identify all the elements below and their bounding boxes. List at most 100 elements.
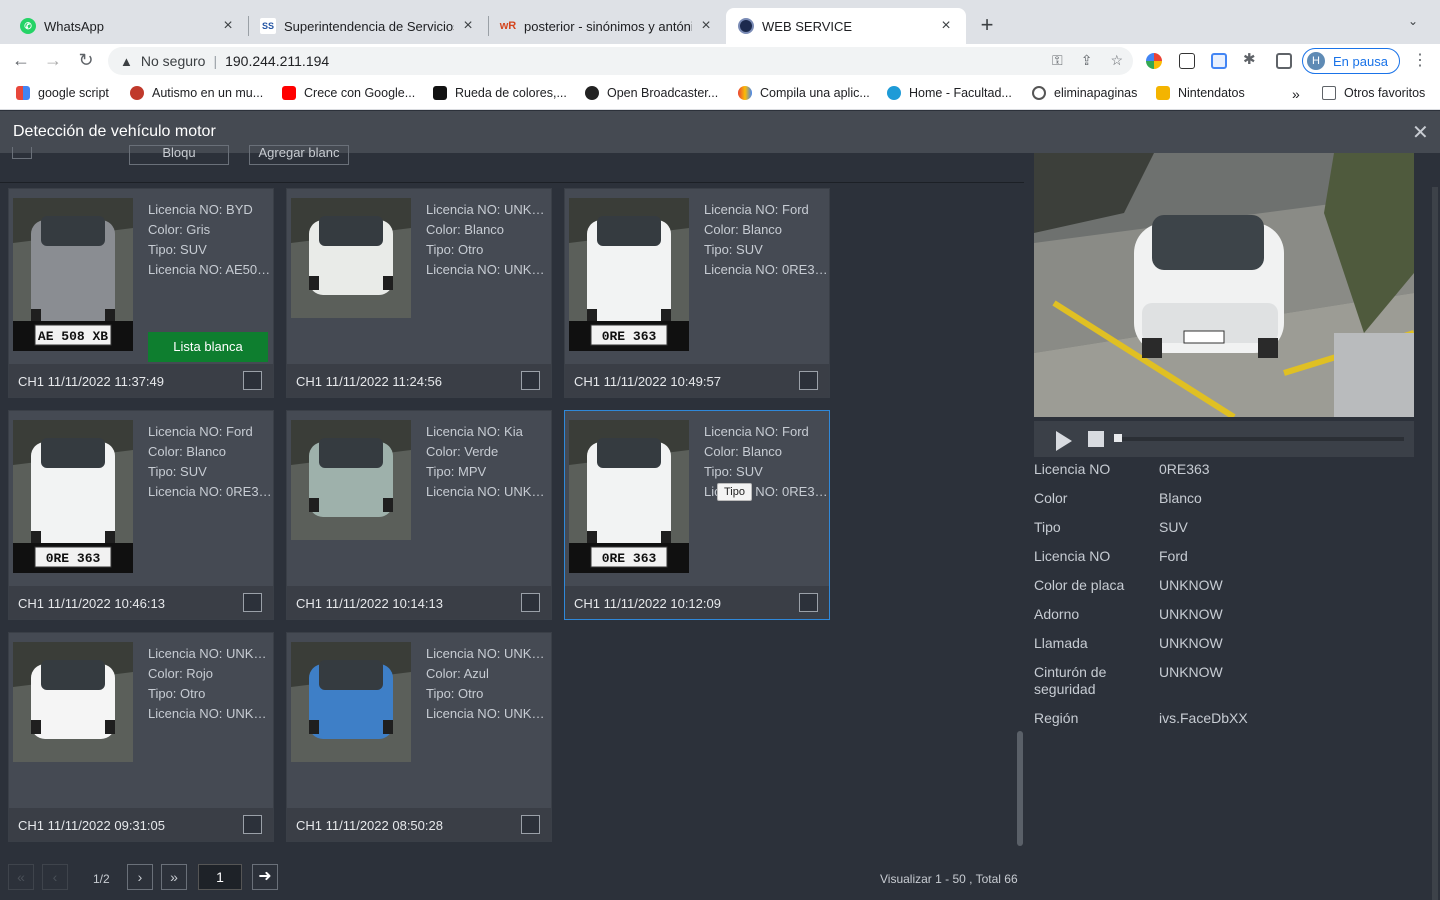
warning-icon: ▲ bbox=[120, 53, 133, 69]
reload-icon[interactable]: ↻ bbox=[75, 50, 97, 71]
select-checkbox[interactable] bbox=[521, 371, 540, 390]
vehicle-card[interactable]: Licencia NO: UNKNOW Color: Blanco Tipo: Ot… bbox=[286, 188, 552, 398]
right-scrollbar[interactable] bbox=[1432, 187, 1438, 900]
seek-knob[interactable] bbox=[1114, 434, 1122, 442]
bookmark-autismo[interactable]: Autismo en un mu... bbox=[130, 86, 263, 100]
capture-timestamp: CH1 11/11/2022 10:49:57 bbox=[574, 374, 721, 389]
bookmark-label: Compila una aplic... bbox=[760, 86, 870, 100]
close-icon[interactable]: ✕ bbox=[1412, 120, 1429, 145]
go-arrow-icon[interactable]: ➜ bbox=[252, 864, 278, 890]
select-checkbox[interactable] bbox=[799, 371, 818, 390]
detail-value: ivs.FaceDbXX bbox=[1159, 710, 1248, 726]
vehicle-card[interactable]: 0RE 363 Licencia NO: Ford Color: Blanco Tip… bbox=[564, 410, 830, 620]
new-tab-icon[interactable]: + bbox=[976, 12, 998, 38]
vehicle-card[interactable]: 0RE 363 Licencia NO: Ford Color: Blanco Tip… bbox=[8, 410, 274, 620]
back-icon[interactable]: ← bbox=[10, 50, 32, 71]
vehicle-thumbnail[interactable]: 0RE 363 bbox=[569, 420, 689, 573]
select-checkbox[interactable] bbox=[521, 593, 540, 612]
bookmark-eliminapaginas[interactable]: eliminapaginas bbox=[1032, 86, 1137, 100]
close-tab-icon[interactable]: × bbox=[220, 17, 236, 35]
select-all-checkbox[interactable] bbox=[12, 147, 32, 159]
detail-key: Color de placa bbox=[1034, 577, 1125, 593]
vehicle-card[interactable]: Licencia NO: UNKNOW Color: Azul Tipo: Otro… bbox=[286, 632, 552, 842]
browser-toolbar: ← → ↻ ▲ No seguro | 190.244.211.194 ⚿ ⇪ … bbox=[0, 44, 1440, 78]
tab-superintendencia[interactable]: SS Superintendencia de Servicios × bbox=[248, 8, 488, 44]
share-icon[interactable]: ⇪ bbox=[1081, 52, 1093, 69]
vehicle-card[interactable]: Licencia NO: Kia Color: Verde Tipo: MPV Lic… bbox=[286, 410, 552, 620]
bookmark-facultad[interactable]: Home - Facultad... bbox=[887, 86, 1012, 100]
select-checkbox[interactable] bbox=[799, 593, 818, 612]
sidepanel-icon[interactable] bbox=[1276, 53, 1292, 69]
card-footer: CH1 11/11/2022 10:12:09 bbox=[565, 586, 829, 619]
tab-web-service[interactable]: WEB SERVICE × bbox=[726, 8, 966, 44]
prev-page-icon[interactable]: ‹ bbox=[42, 864, 68, 890]
address-bar[interactable]: ▲ No seguro | 190.244.211.194 ⚿ ⇪ ☆ bbox=[108, 47, 1133, 75]
bookmarks-overflow[interactable]: » bbox=[1292, 86, 1300, 102]
cloud-icon bbox=[738, 86, 752, 100]
vehicle-thumbnail[interactable] bbox=[291, 198, 411, 318]
next-page-icon[interactable]: › bbox=[127, 864, 153, 890]
vehicle-thumbnail[interactable] bbox=[13, 642, 133, 762]
vehicle-thumbnail[interactable]: AE 508 XB bbox=[13, 198, 133, 351]
card-footer: CH1 11/11/2022 10:14:13 bbox=[287, 586, 551, 619]
card-footer: CH1 11/11/2022 11:24:56 bbox=[287, 364, 551, 397]
star-icon[interactable]: ☆ bbox=[1110, 52, 1123, 69]
last-page-icon[interactable]: » bbox=[161, 864, 187, 890]
block-button[interactable]: Bloqu bbox=[129, 145, 229, 165]
video-player[interactable] bbox=[1034, 153, 1414, 417]
select-checkbox[interactable] bbox=[243, 371, 262, 390]
bookmark-icon bbox=[16, 86, 30, 100]
close-tab-icon[interactable]: × bbox=[460, 17, 476, 35]
browser-tab-strip: ✆ WhatsApp × SS Superintendencia de Serv… bbox=[0, 0, 1440, 44]
folder-icon bbox=[1322, 86, 1336, 100]
tab-sinonimos[interactable]: wR posterior - sinónimos y antónimos × bbox=[488, 8, 726, 44]
stop-icon[interactable] bbox=[1088, 431, 1104, 447]
vehicle-card[interactable]: 0RE 363 Licencia NO: Ford Color: Blanco Tip… bbox=[564, 188, 830, 398]
scrollbar[interactable] bbox=[1017, 731, 1023, 846]
vehicle-card[interactable]: AE 508 XB Licencia NO: BYD Color: Gris Tipo… bbox=[8, 188, 274, 398]
first-page-icon[interactable]: « bbox=[8, 864, 34, 890]
menu-icon[interactable]: ⋮ bbox=[1412, 50, 1428, 70]
bookmark-compila[interactable]: Compila una aplic... bbox=[738, 86, 870, 100]
bookmark-crece[interactable]: Crece con Google... bbox=[282, 86, 415, 100]
bookmark-nintendatos[interactable]: Nintendatos bbox=[1156, 86, 1245, 100]
puzzle-icon[interactable]: ✱ bbox=[1243, 50, 1259, 68]
profile-button[interactable]: H En pausa bbox=[1302, 48, 1400, 74]
tab-whatsapp[interactable]: ✆ WhatsApp × bbox=[8, 8, 248, 44]
bookmark-obs[interactable]: Open Broadcaster... bbox=[585, 86, 718, 100]
detail-row: Llamada UNKNOW bbox=[1034, 635, 1414, 652]
select-checkbox[interactable] bbox=[243, 593, 262, 612]
vehicle-attribute: Licencia NO: 0RE363 bbox=[704, 262, 828, 277]
add-whitelist-button[interactable]: Agregar blanc bbox=[249, 145, 349, 165]
vehicle-thumbnail[interactable] bbox=[291, 642, 411, 762]
chevron-down-icon[interactable]: ⌄ bbox=[1408, 14, 1418, 28]
vehicle-attribute: Licencia NO: Ford bbox=[704, 424, 809, 439]
detail-value: Ford bbox=[1159, 548, 1188, 564]
vehicle-thumbnail[interactable]: 0RE 363 bbox=[569, 198, 689, 351]
vehicle-thumbnail[interactable]: 0RE 363 bbox=[13, 420, 133, 573]
bookmark-google-script[interactable]: google script bbox=[16, 86, 109, 100]
vehicle-attribute: Color: Azul bbox=[426, 666, 489, 681]
close-tab-icon[interactable]: × bbox=[938, 17, 954, 35]
vehicle-thumbnail[interactable] bbox=[291, 420, 411, 540]
vehicle-attribute: Color: Blanco bbox=[704, 222, 783, 237]
lt-extension-icon[interactable] bbox=[1179, 53, 1195, 69]
seek-bar[interactable] bbox=[1118, 437, 1404, 441]
play-icon[interactable] bbox=[1056, 431, 1072, 451]
vehicle-info: Licencia NO: Kia Color: Verde Tipo: MPV Lic… bbox=[426, 422, 550, 502]
close-tab-icon[interactable]: × bbox=[698, 17, 714, 35]
extension-icon[interactable] bbox=[1211, 53, 1227, 69]
other-favorites[interactable]: Otros favoritos bbox=[1322, 86, 1425, 100]
bookmark-rueda[interactable]: Rueda de colores,... bbox=[433, 86, 567, 100]
vehicle-attribute: Tipo: SUV bbox=[704, 464, 763, 479]
select-checkbox[interactable] bbox=[243, 815, 262, 834]
forward-icon[interactable]: → bbox=[42, 50, 64, 71]
vehicle-attribute: Licencia NO: UNKNOW bbox=[148, 706, 272, 721]
detail-key: Cinturón de seguridad bbox=[1034, 664, 1107, 697]
color-wheel-extension-icon[interactable] bbox=[1146, 53, 1162, 69]
page-input[interactable]: 1 bbox=[198, 864, 242, 890]
select-checkbox[interactable] bbox=[521, 815, 540, 834]
vehicle-attribute: Tipo: SUV bbox=[704, 242, 763, 257]
key-icon[interactable]: ⚿ bbox=[1052, 52, 1063, 69]
vehicle-card[interactable]: Licencia NO: UNKNOW Color: Rojo Tipo: Otro… bbox=[8, 632, 274, 842]
